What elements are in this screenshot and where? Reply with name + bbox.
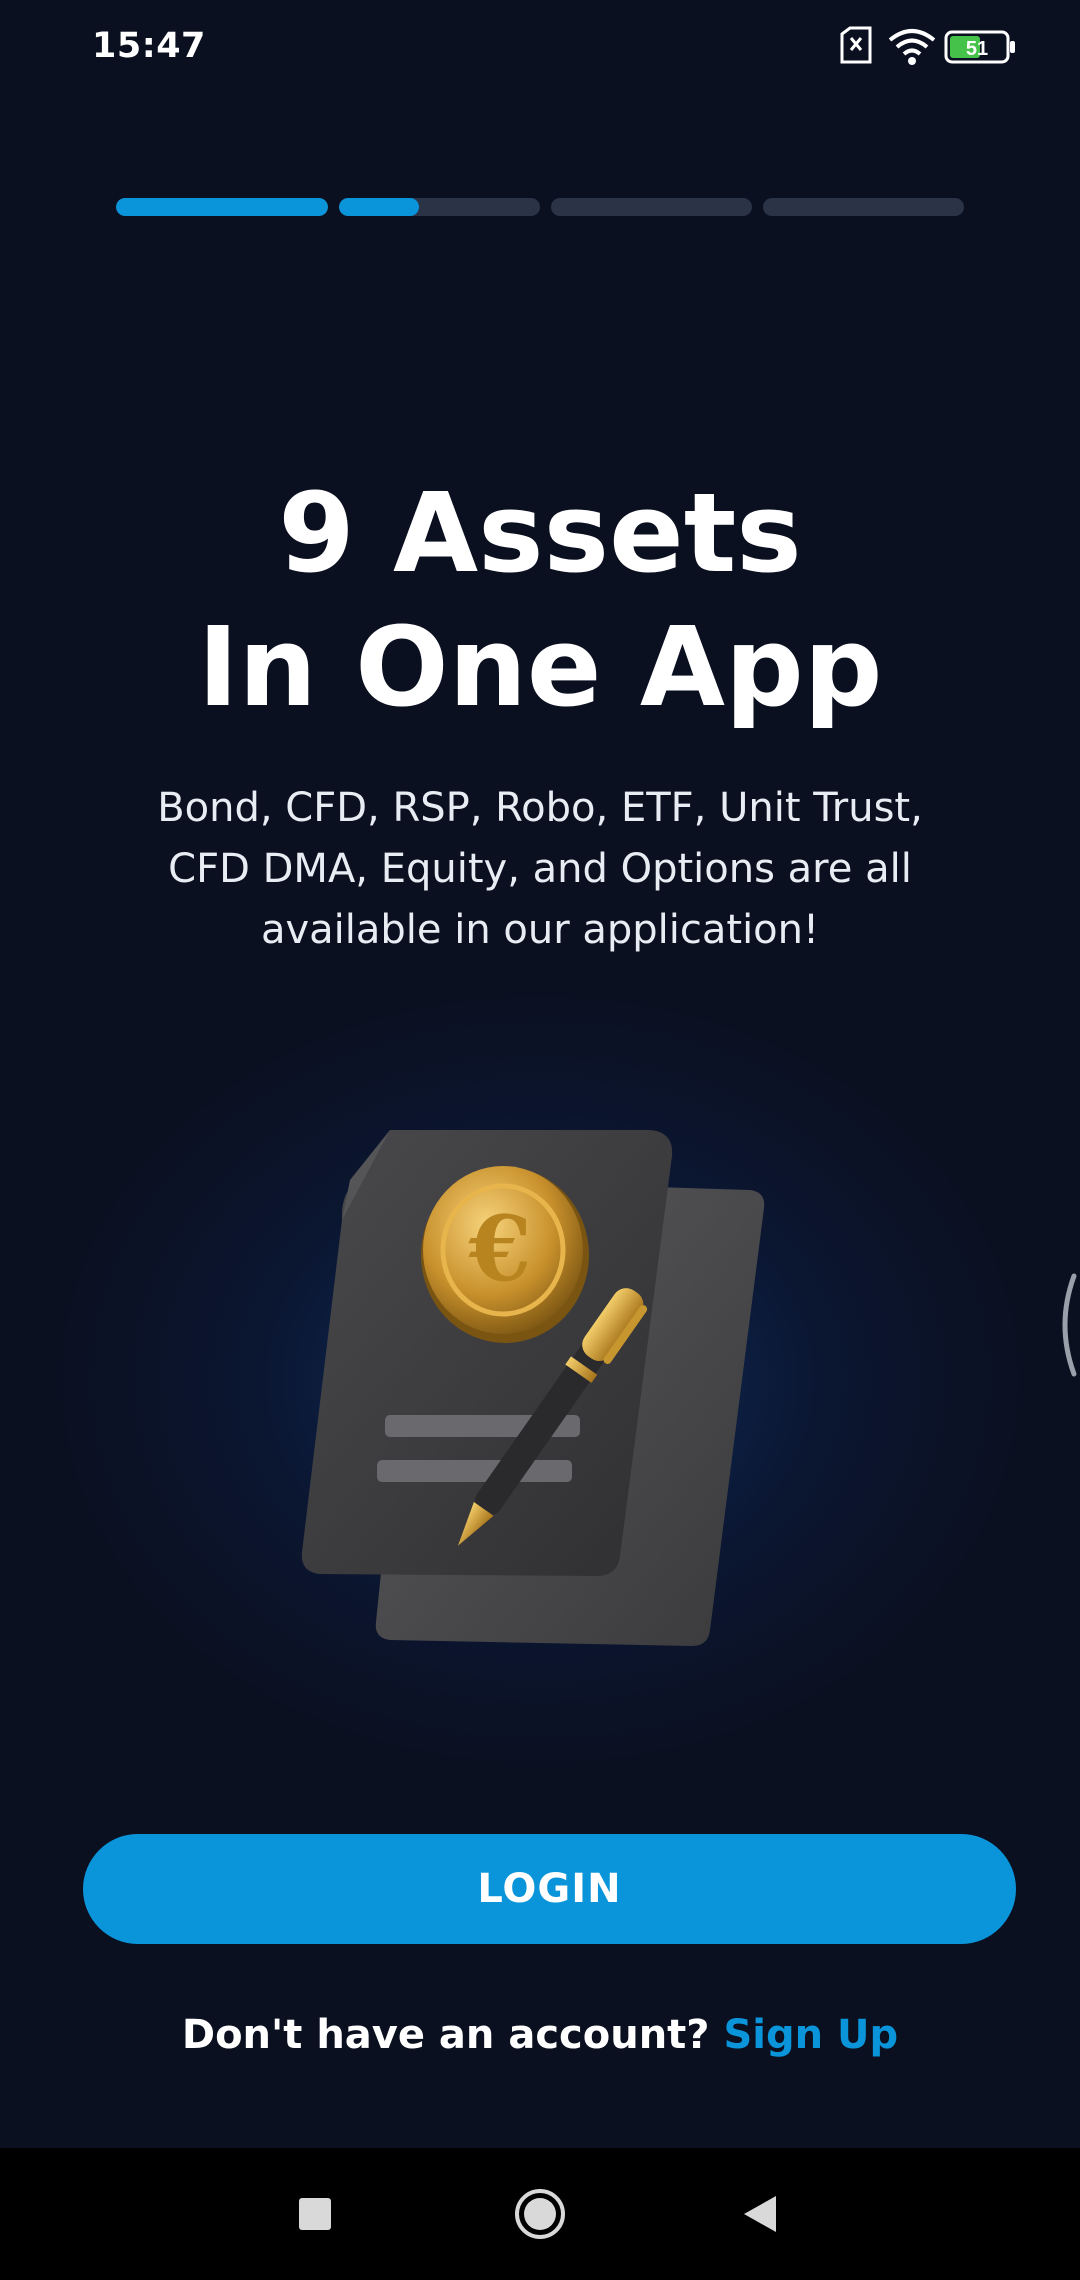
progress-fill-2 (339, 198, 420, 216)
signup-link[interactable]: Sign Up (723, 2012, 898, 2058)
title-line-2: In One App (197, 603, 883, 731)
back-button[interactable] (700, 2148, 820, 2280)
svg-text:€: € (468, 1196, 532, 1302)
home-icon (515, 2189, 565, 2239)
status-bar: 15:47 51 (0, 0, 1080, 96)
progress-segment-1 (116, 198, 328, 216)
nav-bar (0, 2148, 1080, 2280)
sim-error-icon (840, 26, 872, 64)
battery-icon: 51 (944, 30, 1015, 64)
recents-button[interactable] (255, 2148, 375, 2280)
progress-fill-1 (116, 198, 328, 216)
progress-segment-3 (551, 198, 752, 216)
status-time: 15:47 (92, 26, 206, 66)
signup-prompt: Don't have an account? (181, 2012, 710, 2058)
home-button[interactable] (480, 2148, 600, 2280)
login-button[interactable]: LOGIN (83, 1834, 1016, 1944)
progress-segment-2 (339, 198, 540, 216)
page-description: Bond, CFD, RSP, Robo, ETF, Unit Trust, C… (157, 785, 923, 953)
onboarding-progress (116, 198, 964, 216)
wifi-icon (888, 29, 936, 65)
page-title: 9 Assets In One App (0, 466, 1080, 734)
title-line-1: 9 Assets (278, 469, 802, 597)
status-icons: 51 (840, 26, 1015, 65)
signup-row: Don't have an account? Sign Up (0, 2012, 1080, 2058)
progress-segment-4 (763, 198, 964, 216)
recents-icon (299, 2198, 331, 2230)
euro-document-pen-icon: € (301, 1130, 765, 1646)
battery-level: 51 (966, 38, 988, 60)
edge-handle[interactable] (1050, 1270, 1080, 1380)
back-icon (744, 2196, 776, 2232)
